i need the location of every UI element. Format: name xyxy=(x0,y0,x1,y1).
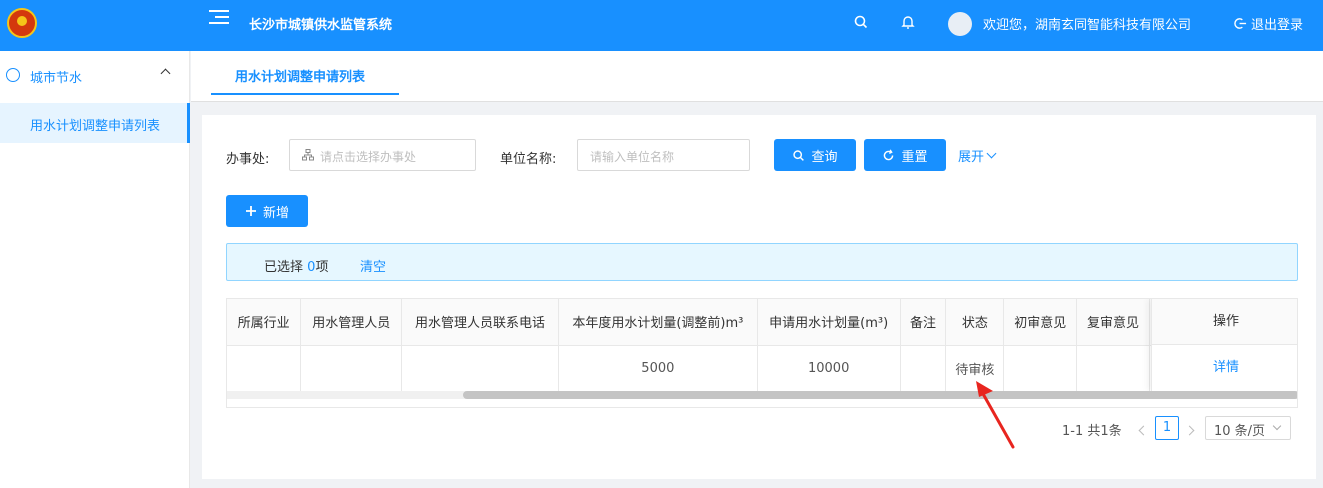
next-page-icon[interactable] xyxy=(1184,425,1195,436)
sidebar: 城市节水 用水计划调整申请列表 xyxy=(0,51,190,488)
cell-phone xyxy=(401,345,559,392)
bell-icon[interactable] xyxy=(900,14,916,30)
search-icon xyxy=(793,149,805,161)
fixed-action-column: 操作 详情 xyxy=(1151,299,1297,391)
cell-remark xyxy=(900,345,947,392)
page-1-button[interactable]: 1 xyxy=(1155,416,1179,440)
unit-name-input[interactable]: 请输入单位名称 xyxy=(577,139,750,171)
sidebar-item-label: 用水计划调整申请列表 xyxy=(30,119,161,134)
plus-icon xyxy=(245,206,256,216)
tab-label: 用水计划调整申请列表 xyxy=(235,70,366,85)
logout-button[interactable]: 退出登录 xyxy=(1234,14,1303,33)
col-remark: 备注 xyxy=(900,299,947,346)
clear-selection-link[interactable]: 清空 xyxy=(360,256,386,275)
table-header-row: 所属行业 用水管理人员 用水管理人员联系电话 本年度用水计划量(调整前)m³ 申… xyxy=(227,299,1297,346)
cell-manager xyxy=(300,345,403,392)
detail-link[interactable]: 详情 xyxy=(1152,345,1297,391)
chevron-up-icon xyxy=(160,68,171,79)
pagination-total: 1-1 共1条 xyxy=(1062,424,1122,439)
page-size-select[interactable]: 10 条/页 xyxy=(1205,416,1291,440)
cell-first-review xyxy=(1003,345,1078,392)
sidebar-item-adjust-list[interactable]: 用水计划调整申请列表 xyxy=(0,103,190,143)
reload-icon xyxy=(884,148,894,160)
add-label: 新增 xyxy=(262,205,289,221)
emblem-logo-icon xyxy=(7,8,37,38)
data-table: 所属行业 用水管理人员 用水管理人员联系电话 本年度用水计划量(调整前)m³ 申… xyxy=(226,298,1298,408)
table-row: 5000 10000 待审核 xyxy=(227,345,1297,392)
prev-page-icon[interactable] xyxy=(1138,425,1149,436)
col-first-review: 初审意见 xyxy=(1003,299,1078,346)
col-second-review: 复审意见 xyxy=(1076,299,1150,346)
avatar[interactable] xyxy=(948,12,972,36)
reset-label: 重置 xyxy=(901,149,928,165)
sidebar-group-label: 城市节水 xyxy=(30,71,83,86)
menu-fold-icon[interactable] xyxy=(209,10,229,28)
tab-bar: 用水计划调整申请列表 xyxy=(191,51,1323,102)
cell-plan-before: 5000 xyxy=(558,345,758,392)
cell-plan-applied: 10000 xyxy=(757,345,901,392)
search-icon[interactable] xyxy=(853,14,869,30)
col-industry: 所属行业 xyxy=(227,299,302,346)
reset-button[interactable]: 重置 xyxy=(864,139,946,171)
selection-summary: 已选择 0项 xyxy=(264,260,329,275)
col-plan-before: 本年度用水计划量(调整前)m³ xyxy=(558,299,758,346)
col-phone: 用水管理人员联系电话 xyxy=(401,299,559,346)
cell-industry xyxy=(227,345,302,392)
office-label: 办事处: xyxy=(226,152,270,167)
welcome-text: 欢迎您，湖南玄同智能科技有限公司 xyxy=(983,18,1192,33)
query-label: 查询 xyxy=(811,149,838,165)
add-button[interactable]: 新增 xyxy=(226,195,308,227)
logout-label: 退出登录 xyxy=(1251,18,1304,33)
system-title: 长沙市城镇供水监管系统 xyxy=(249,18,393,33)
sidebar-group-water-saving[interactable]: 城市节水 xyxy=(0,51,190,99)
tab-adjust-list[interactable]: 用水计划调整申请列表 xyxy=(211,51,399,95)
selection-alert: 已选择 0项 清空 xyxy=(226,243,1298,281)
page-size-value: 10 条/页 xyxy=(1214,424,1266,439)
chevron-down-icon xyxy=(1272,421,1282,431)
office-placeholder: 请点击选择办事处 xyxy=(320,150,417,164)
cell-status: 待审核 xyxy=(945,345,1005,392)
office-select[interactable]: 请点击选择办事处 xyxy=(289,139,476,171)
query-button[interactable]: 查询 xyxy=(774,139,856,171)
col-action: 操作 xyxy=(1152,299,1297,345)
col-manager: 用水管理人员 xyxy=(300,299,403,346)
unit-label: 单位名称: xyxy=(500,152,557,167)
scrollbar-thumb[interactable] xyxy=(463,391,1297,399)
top-header: 长沙市城镇供水监管系统 欢迎您，湖南玄同智能科技有限公司 退出登录 xyxy=(0,0,1323,51)
expand-label: 展开 xyxy=(958,150,985,165)
chevron-down-icon xyxy=(986,148,997,159)
smile-icon xyxy=(6,68,20,82)
col-status: 状态 xyxy=(945,299,1005,346)
unit-placeholder: 请输入单位名称 xyxy=(590,150,675,164)
col-plan-applied: 申请用水计划量(m³) xyxy=(757,299,901,346)
horizontal-scrollbar[interactable] xyxy=(227,391,1297,399)
cell-second-review xyxy=(1076,345,1150,392)
content-card: 办事处: 请点击选择办事处 单位名称: 请输入单位名称 查询 重置 展开 新增 … xyxy=(202,115,1316,479)
logout-icon xyxy=(1234,18,1247,29)
expand-link[interactable]: 展开 xyxy=(958,146,997,165)
tree-icon xyxy=(302,149,314,161)
